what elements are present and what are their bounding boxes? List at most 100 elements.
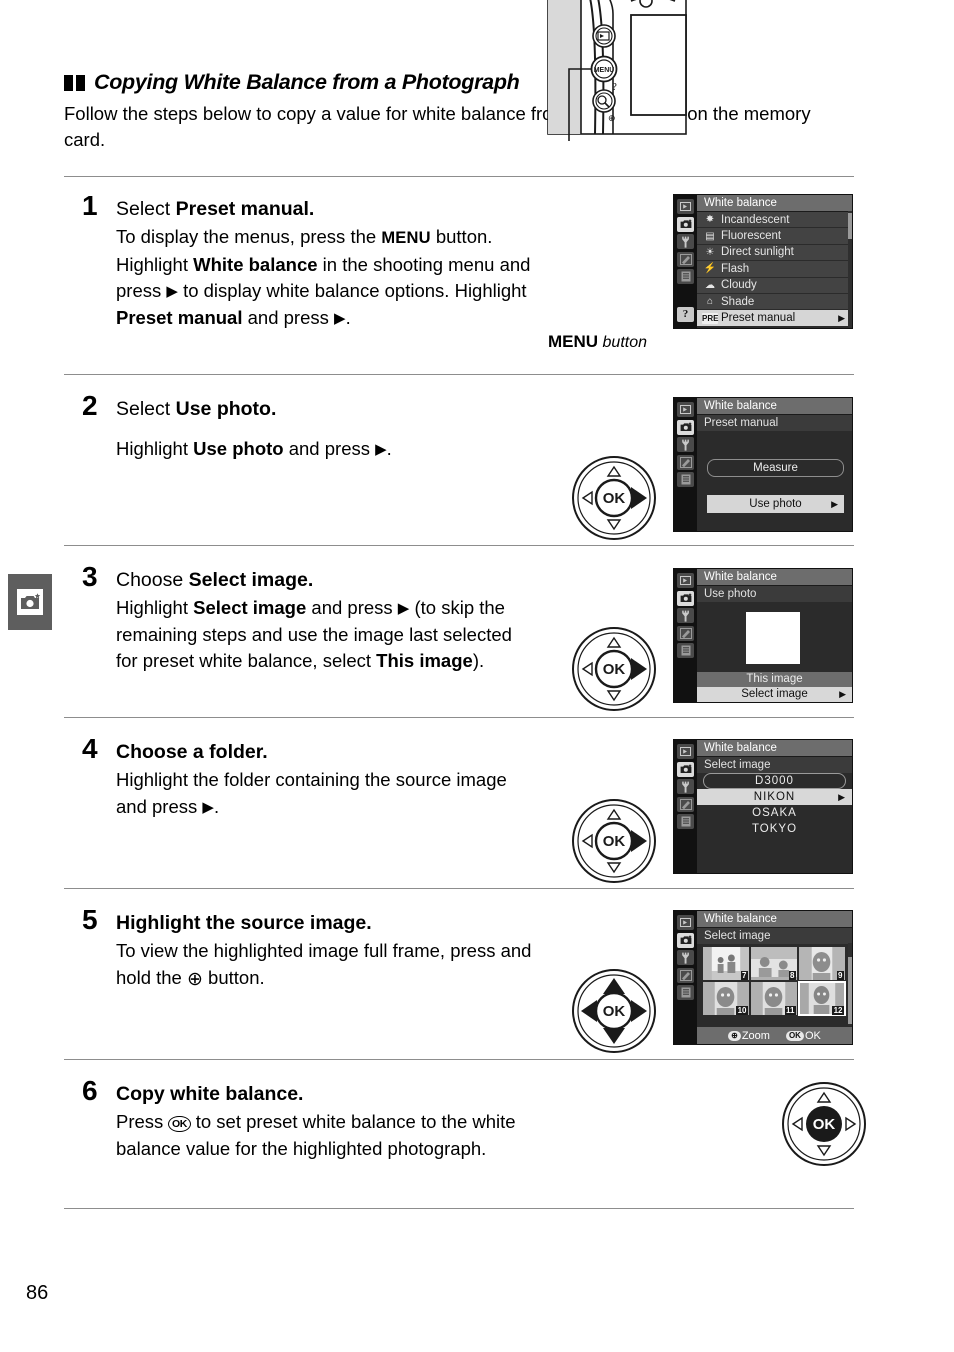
- menu-button-label: MENU: [548, 332, 599, 351]
- retouch-icon[interactable]: [677, 967, 694, 983]
- step-text: Highlight Select image and press ▶ (to s…: [116, 595, 536, 675]
- option-label: Use photo: [749, 498, 802, 510]
- ok-key-icon: OK: [785, 1030, 804, 1041]
- folder-item[interactable]: TOKYO: [697, 821, 852, 837]
- text-run: Press: [116, 1111, 169, 1132]
- right-arrow-icon: ▶: [334, 309, 346, 327]
- step-number: 1: [82, 190, 98, 221]
- step-title-emphasis: Highlight the source image.: [116, 912, 372, 934]
- text-emphasis: Select image: [193, 597, 307, 618]
- list-item[interactable]: ▤ Fluorescent: [697, 228, 852, 245]
- shooting-menu-icon[interactable]: [677, 419, 694, 435]
- zoom-hint-label: Zoom: [741, 1029, 770, 1042]
- help-icon[interactable]: ?: [677, 306, 694, 322]
- step-number: 5: [82, 904, 98, 935]
- list-item[interactable]: ☁ Cloudy: [697, 277, 852, 294]
- playback-icon[interactable]: [677, 199, 694, 214]
- option-select-image[interactable]: Select image ▶: [697, 687, 852, 702]
- playback-icon[interactable]: [677, 402, 694, 417]
- lcd-subtitle: Select image: [697, 757, 852, 773]
- divider: [64, 374, 854, 375]
- option-this-image[interactable]: This image: [697, 672, 852, 687]
- divider: [64, 1208, 854, 1209]
- folder-item[interactable]: OSAKA: [697, 805, 852, 821]
- shooting-menu-icon[interactable]: [677, 216, 694, 232]
- lcd-screen-thumbnail-grid: White balance Select image 7 8 9 10 11 1…: [673, 910, 853, 1045]
- setup-icon[interactable]: [677, 608, 694, 623]
- margin-tab-shooting-menu: [8, 574, 52, 630]
- recent-settings-icon[interactable]: [677, 472, 694, 487]
- list-item-preset-manual[interactable]: PRE Preset manual ▶: [697, 310, 852, 327]
- scrollbar[interactable]: [848, 211, 852, 328]
- list-item[interactable]: ⌂ Shade: [697, 293, 852, 311]
- thumbnail-selected[interactable]: 12: [798, 981, 846, 1016]
- recent-settings-icon[interactable]: [677, 814, 694, 829]
- lcd-screen-folder-list: White balance Select image D3000 NIKON ▶ …: [673, 739, 853, 874]
- recent-settings-icon[interactable]: [677, 269, 694, 284]
- lcd-screen-preset-manual: White balance Preset manual Measure Use …: [673, 397, 853, 532]
- setup-icon[interactable]: [677, 437, 694, 452]
- playback-icon[interactable]: [677, 915, 694, 930]
- scrollbar[interactable]: [848, 943, 852, 1026]
- thumbnail-number: 9: [836, 971, 844, 980]
- svg-text:OK: OK: [813, 1116, 836, 1133]
- shooting-menu-icon[interactable]: [677, 761, 694, 777]
- step-title: Choose Select image.: [116, 567, 536, 593]
- option-measure[interactable]: Measure: [707, 459, 844, 477]
- folder-item[interactable]: D3000: [703, 773, 846, 789]
- thumbnail[interactable]: 10: [703, 982, 749, 1015]
- setup-icon[interactable]: [677, 779, 694, 794]
- shooting-menu-icon[interactable]: [677, 932, 694, 948]
- step-text: To display the menus, press the MENU but…: [116, 224, 536, 331]
- lcd-title: White balance: [697, 911, 852, 928]
- list-item-label: Preset manual: [721, 312, 796, 325]
- ok-button-icon: OK: [168, 1116, 191, 1132]
- text-run: .: [386, 438, 392, 459]
- thumbnail[interactable]: 11: [751, 982, 797, 1015]
- text-run: Highlight: [116, 597, 194, 618]
- folder-list: D3000 NIKON ▶ OSAKA TOKYO: [697, 773, 852, 837]
- playback-icon[interactable]: [677, 573, 694, 588]
- step-title-emphasis: Preset manual.: [175, 198, 315, 220]
- step-text: Press OK to set preset white balance to …: [116, 1109, 536, 1162]
- step-title-prefix: Choose: [116, 569, 189, 591]
- step-title: Select Use photo.: [116, 396, 536, 422]
- menu-button-caption-word: button: [602, 334, 647, 351]
- list-item[interactable]: ⚡ Flash: [697, 261, 852, 278]
- svg-text:OK: OK: [603, 661, 626, 678]
- text-emphasis: Preset manual: [116, 306, 243, 328]
- retouch-icon[interactable]: [677, 796, 694, 812]
- recent-settings-icon[interactable]: [677, 985, 694, 1000]
- text-run: .: [345, 306, 351, 328]
- lcd-screen-white-balance: ? White balance ✸ Incandescent ▤ Fluoresce…: [673, 194, 853, 329]
- text-run: To view the highlighted image full frame…: [116, 940, 532, 988]
- zoom-in-icon: ⊕: [186, 968, 203, 990]
- list-item[interactable]: ✸ Incandescent: [697, 212, 852, 229]
- retouch-icon[interactable]: [677, 251, 694, 267]
- shooting-menu-icon[interactable]: [677, 590, 694, 606]
- thumbnail[interactable]: 9: [799, 947, 845, 980]
- menu-button-caption: MENU button: [548, 332, 647, 352]
- thumbnail-number: 12: [832, 1006, 844, 1015]
- thumbnail[interactable]: 8: [751, 947, 797, 980]
- lcd-sidebar: ?: [674, 195, 697, 328]
- folder-item-selected[interactable]: NIKON ▶: [697, 789, 852, 805]
- playback-icon[interactable]: [677, 744, 694, 759]
- thumbnail-number: 10: [736, 1006, 748, 1015]
- zoom-key-icon: ⊕: [728, 1030, 741, 1041]
- text-run: .: [213, 795, 220, 817]
- list-item[interactable]: ☀ Direct sunlight: [697, 244, 852, 262]
- step-text: To view the highlighted image full frame…: [116, 938, 536, 993]
- setup-icon[interactable]: [677, 234, 694, 249]
- option-use-photo[interactable]: Use photo ▶: [707, 495, 844, 513]
- retouch-icon[interactable]: [677, 454, 694, 470]
- thumbnail[interactable]: 7: [703, 947, 749, 980]
- shade-icon: ⌂: [706, 296, 714, 308]
- thumbnail-number: 8: [788, 971, 796, 980]
- recent-settings-icon[interactable]: [677, 643, 694, 658]
- step-number: 2: [82, 390, 98, 421]
- retouch-icon[interactable]: [677, 625, 694, 641]
- lcd-screen-use-photo: White balance Use photo This image Selec…: [673, 568, 853, 703]
- divider: [64, 888, 854, 889]
- setup-icon[interactable]: [677, 950, 694, 965]
